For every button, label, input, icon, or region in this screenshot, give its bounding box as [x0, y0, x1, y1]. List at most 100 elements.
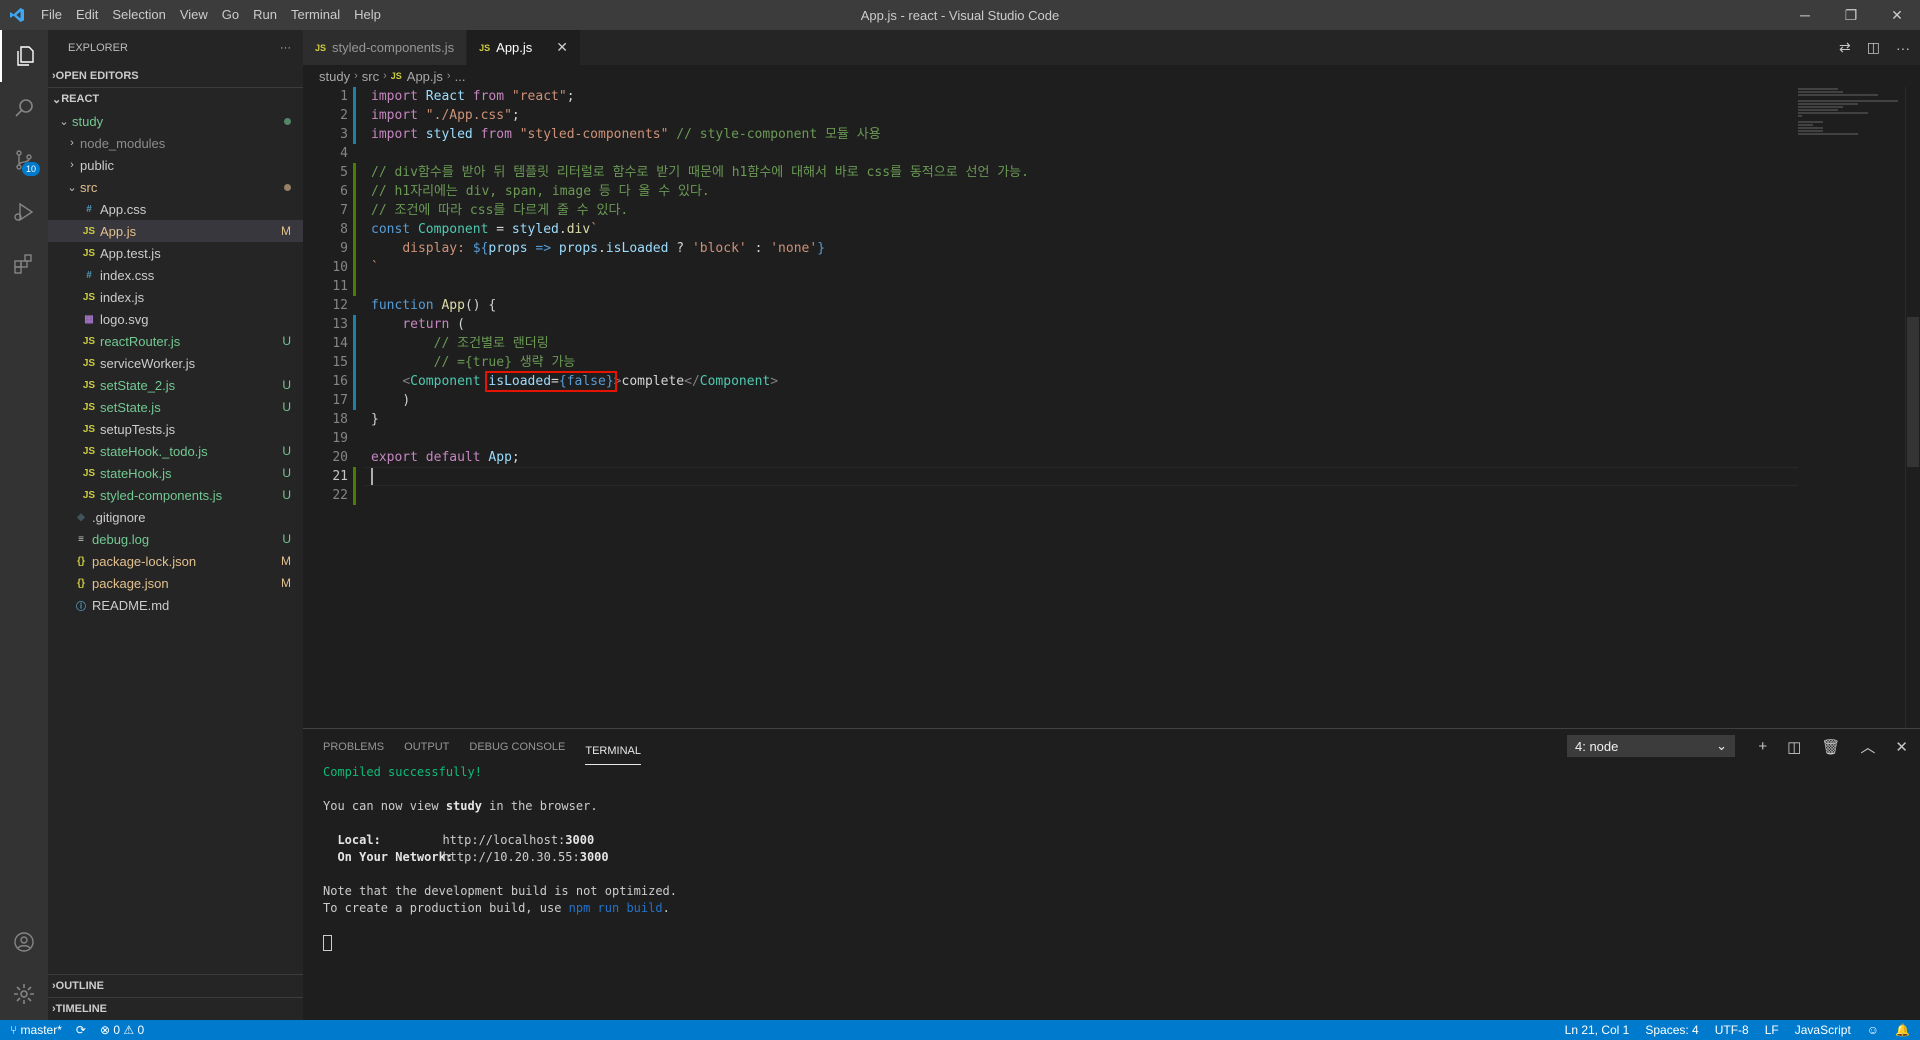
file-item[interactable]: ⓘ README.md [48, 594, 303, 616]
run-debug-icon[interactable] [0, 186, 48, 238]
code-line[interactable]: 19 [303, 429, 1920, 448]
bell-icon[interactable]: 🔔 [1895, 1023, 1910, 1037]
close-tab-icon[interactable]: ✕ [556, 39, 568, 56]
code-line[interactable]: 22 [303, 486, 1920, 505]
split-editor-icon[interactable]: ◫ [1867, 39, 1880, 56]
file-item[interactable]: JS stateHook._todo.js U [48, 440, 303, 462]
code-line[interactable]: 14 // 조건별로 랜더링 [303, 334, 1920, 353]
close-panel-icon[interactable]: ✕ [1895, 738, 1908, 756]
code-line[interactable]: 16 <Component isLoaded={false}>complete<… [303, 371, 1920, 392]
code-line[interactable]: 20 export default App; [303, 448, 1920, 467]
open-changes-icon[interactable]: ⇄ [1839, 39, 1851, 56]
code-line[interactable]: 7 // 조건에 따라 css를 다르게 줄 수 있다. [303, 201, 1920, 220]
file-item[interactable]: # App.css [48, 198, 303, 220]
outline-section[interactable]: › OUTLINE [48, 974, 303, 997]
file-item[interactable]: JS styled-components.js U [48, 484, 303, 506]
maximize-panel-icon[interactable]: ︿ [1860, 736, 1875, 757]
code-line[interactable]: 10 ` [303, 258, 1920, 277]
feedback-icon[interactable]: ☺ [1867, 1023, 1879, 1037]
breadcrumb-symbol[interactable]: ... [455, 69, 466, 84]
code-editor[interactable]: 1 import React from "react"; 2 import "./Ap… [303, 87, 1920, 728]
menu-go[interactable]: Go [215, 0, 246, 30]
menu-file[interactable]: File [34, 0, 69, 30]
folder-item[interactable]: ⌄ study [48, 110, 303, 132]
menu-view[interactable]: View [173, 0, 215, 30]
code-line[interactable]: 17 ) [303, 391, 1920, 410]
menu-edit[interactable]: Edit [69, 0, 105, 30]
source-control-icon[interactable]: 10 [0, 134, 48, 186]
file-item[interactable]: ▦ logo.svg [48, 308, 303, 330]
file-item[interactable]: JS serviceWorker.js [48, 352, 303, 374]
code-line[interactable]: 12 function App() { [303, 296, 1920, 315]
extensions-icon[interactable] [0, 238, 48, 290]
trash-icon[interactable]: 🗑 [1821, 738, 1840, 756]
cursor-position[interactable]: Ln 21, Col 1 [1565, 1023, 1630, 1037]
branch-status[interactable]: ⑂ master* [10, 1023, 62, 1037]
code-line[interactable]: 3 import styled from "styled-components" … [303, 125, 1920, 144]
file-item[interactable]: JS stateHook.js U [48, 462, 303, 484]
more-actions-icon[interactable]: ··· [1896, 40, 1910, 56]
tab-styled-components[interactable]: JS styled-components.js [303, 30, 468, 65]
file-item[interactable]: ◆ .gitignore [48, 506, 303, 528]
language-mode[interactable]: JavaScript [1795, 1023, 1851, 1037]
manage-gear-icon[interactable] [0, 968, 48, 1020]
terminal-output[interactable]: Compiled successfully! You can now view … [303, 764, 1920, 951]
breadcrumb-src[interactable]: src [362, 69, 379, 84]
indentation[interactable]: Spaces: 4 [1645, 1023, 1698, 1037]
file-item[interactable]: {} package.json M [48, 572, 303, 594]
new-terminal-icon[interactable]: + [1758, 738, 1767, 755]
code-line[interactable]: 4 [303, 144, 1920, 163]
tab-problems[interactable]: PROBLEMS [323, 729, 384, 764]
folder-item[interactable]: › node_modules [48, 132, 303, 154]
react-folder-section[interactable]: ⌄ REACT [48, 87, 303, 110]
code-line[interactable]: 13 return ( [303, 315, 1920, 334]
code-line[interactable]: 9 display: ${props => props.isLoaded ? '… [303, 239, 1920, 258]
sync-icon[interactable]: ⟳ [76, 1023, 86, 1037]
file-item[interactable]: ≡ debug.log U [48, 528, 303, 550]
accounts-icon[interactable] [0, 916, 48, 968]
timeline-section[interactable]: › TIMELINE [48, 997, 303, 1020]
editor-scrollbar[interactable] [1905, 87, 1920, 728]
code-line[interactable]: 5 // div함수를 받아 뒤 템플릿 리터럴로 함수로 받기 때문에 h1함수… [303, 163, 1920, 182]
code-line[interactable]: 11 [303, 277, 1920, 296]
menu-run[interactable]: Run [246, 0, 284, 30]
code-line[interactable]: 18} [303, 410, 1920, 429]
restore-icon[interactable]: ❐ [1828, 0, 1874, 30]
code-line[interactable]: 8 const Component = styled.div` [303, 220, 1920, 239]
breadcrumb-file[interactable]: App.js [407, 69, 443, 84]
terminal-select[interactable]: 4: node ⌄ [1567, 735, 1735, 757]
file-item[interactable]: JS index.js [48, 286, 303, 308]
problems-status[interactable]: ⊗ 0 ⚠ 0 [100, 1023, 144, 1037]
explorer-icon[interactable] [0, 30, 48, 82]
close-window-icon[interactable]: ✕ [1874, 0, 1920, 30]
breadcrumb-study[interactable]: study [319, 69, 350, 84]
open-editors-section[interactable]: › OPEN EDITORS [48, 65, 303, 87]
file-item[interactable]: JS reactRouter.js U [48, 330, 303, 352]
file-item[interactable]: JS App.test.js [48, 242, 303, 264]
encoding[interactable]: UTF-8 [1715, 1023, 1749, 1037]
file-item[interactable]: JS setState_2.js U [48, 374, 303, 396]
more-actions-icon[interactable]: ··· [280, 42, 291, 54]
tab-app-js[interactable]: JS App.js ✕ [467, 30, 582, 65]
minimap[interactable] [1798, 87, 1906, 147]
code-line[interactable]: 2 import "./App.css"; [303, 106, 1920, 125]
code-line[interactable]: 15 // ={true} 생략 가능 [303, 353, 1920, 372]
split-terminal-icon[interactable]: ◫ [1787, 738, 1801, 756]
file-item[interactable]: JS setState.js U [48, 396, 303, 418]
folder-item[interactable]: ⌄ src [48, 176, 303, 198]
minimize-icon[interactable]: ─ [1782, 0, 1828, 30]
menu-help[interactable]: Help [347, 0, 388, 30]
tab-terminal[interactable]: TERMINAL [585, 738, 641, 765]
code-line[interactable]: 1 import React from "react"; [303, 87, 1920, 106]
code-line[interactable]: 21 [303, 467, 1920, 486]
file-item[interactable]: {} package-lock.json M [48, 550, 303, 572]
tab-output[interactable]: OUTPUT [404, 729, 449, 764]
end-of-line[interactable]: LF [1765, 1023, 1779, 1037]
menu-terminal[interactable]: Terminal [284, 0, 347, 30]
file-item[interactable]: JS App.js M [48, 220, 303, 242]
search-icon[interactable] [0, 82, 48, 134]
file-item[interactable]: JS setupTests.js [48, 418, 303, 440]
menu-selection[interactable]: Selection [105, 0, 172, 30]
tab-debug-console[interactable]: DEBUG CONSOLE [469, 729, 565, 764]
file-item[interactable]: # index.css [48, 264, 303, 286]
